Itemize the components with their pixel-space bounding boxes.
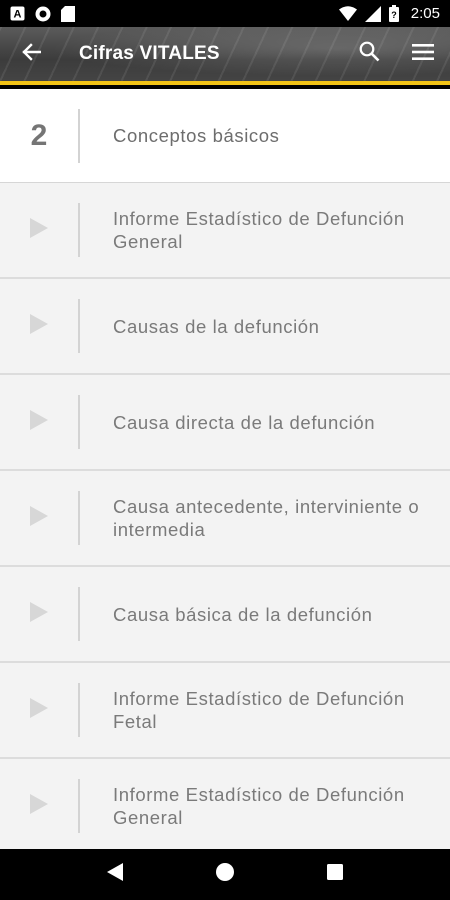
status-left-icons: A: [10, 5, 75, 22]
list-item-label: Causa antecedente, interviniente o inter…: [113, 496, 420, 540]
play-icon: [30, 697, 48, 723]
list-item[interactable]: Causa directa de la defunción: [0, 375, 450, 471]
signal-icon: [364, 5, 381, 22]
list-item[interactable]: Informe Estadístico de Defunción Fetal: [0, 663, 450, 759]
svg-text:A: A: [14, 9, 22, 21]
nav-recents-button[interactable]: [305, 849, 365, 900]
status-time: 2:05: [410, 5, 440, 22]
play-icon-cell: [0, 567, 78, 661]
list-item[interactable]: Informe Estadístico de Defunción General: [0, 759, 450, 849]
recents-square-icon: [327, 864, 343, 885]
nav-back-button[interactable]: [85, 849, 145, 900]
play-icon-cell: [0, 471, 78, 565]
list-item-label: Causas de la defunción: [113, 315, 320, 337]
list-item-label: Informe Estadístico de Defunción General: [113, 784, 405, 828]
list-item-label: Informe Estadístico de Defunción Fetal: [113, 688, 405, 732]
play-icon-cell: [0, 183, 78, 277]
back-button[interactable]: [0, 25, 62, 83]
section-number: 2: [30, 118, 48, 152]
search-button[interactable]: [342, 25, 396, 83]
search-icon: [359, 41, 380, 67]
app-bar: Cifras VITALES: [0, 27, 450, 85]
play-icon-cell: [0, 663, 78, 757]
app-a-icon: A: [10, 6, 25, 21]
arrow-left-icon: [21, 42, 42, 67]
status-bar: A ? 2:05: [0, 0, 450, 27]
play-icon: [30, 217, 48, 243]
list-item[interactable]: Causas de la defunción: [0, 279, 450, 375]
home-circle-icon: [216, 863, 234, 886]
list-item-label: Causa básica de la defunción: [113, 603, 373, 625]
chapter-content: 2 Conceptos básicos Informe Estadístico …: [0, 89, 450, 849]
section-title: Conceptos básicos: [113, 125, 280, 146]
play-icon-cell: [0, 375, 78, 469]
list-item[interactable]: Causa básica de la defunción: [0, 567, 450, 663]
svg-text:?: ?: [391, 10, 397, 20]
play-icon: [30, 601, 48, 627]
play-icon: [30, 409, 48, 435]
list-item[interactable]: Informe Estadístico de Defunción General: [0, 183, 450, 279]
hamburger-menu-icon: [412, 43, 434, 65]
play-icon: [30, 793, 48, 819]
circle-app-icon: [35, 6, 51, 22]
play-icon: [30, 505, 48, 531]
play-icon: [30, 313, 48, 339]
list-item-label: Informe Estadístico de Defunción General: [113, 208, 405, 252]
section-number-cell: 2: [0, 89, 78, 182]
system-nav-bar: [0, 849, 450, 900]
menu-button[interactable]: [396, 25, 450, 83]
battery-icon: ?: [388, 5, 399, 22]
app-actions: [342, 25, 450, 83]
list-item-label: Causa directa de la defunción: [113, 411, 376, 433]
sd-card-icon: [61, 5, 75, 22]
section-header: 2 Conceptos básicos: [0, 89, 450, 183]
app-title: Cifras VITALES: [79, 43, 220, 64]
wifi-icon: [338, 6, 357, 21]
nav-home-button[interactable]: [195, 849, 255, 900]
play-icon-cell: [0, 759, 78, 849]
back-triangle-icon: [107, 863, 123, 886]
list-item[interactable]: Causa antecedente, interviniente o inter…: [0, 471, 450, 567]
play-icon-cell: [0, 279, 78, 373]
status-right-icons: ? 2:05: [338, 5, 440, 22]
